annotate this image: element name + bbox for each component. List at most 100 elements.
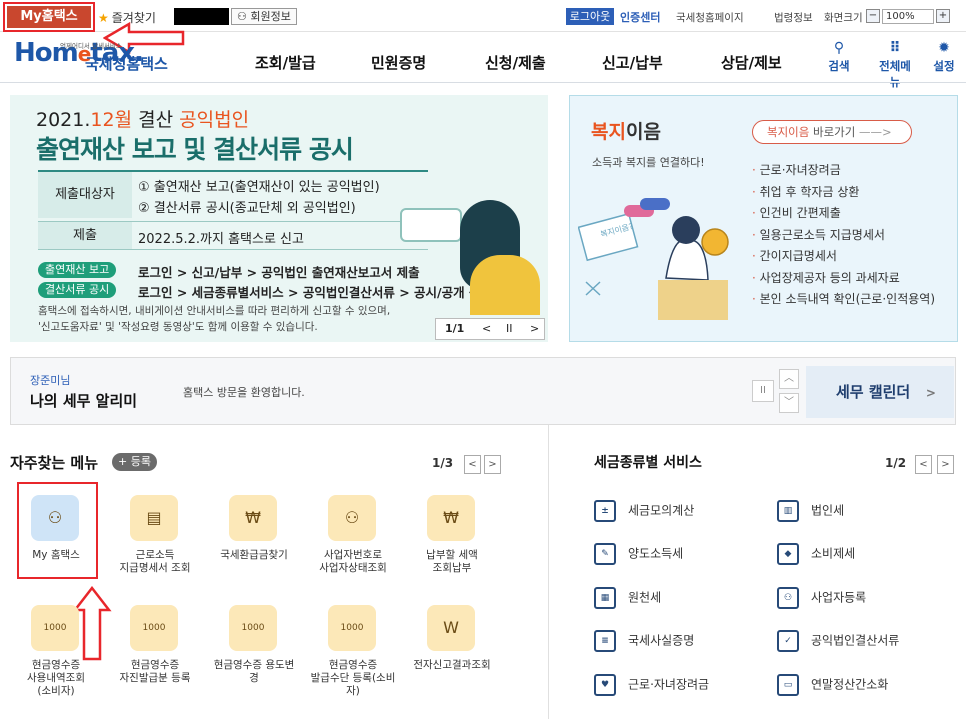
frequent-menu-icon-box: ₩ — [427, 495, 475, 541]
wallet-icon: ▤ — [146, 508, 162, 527]
tax-services-title: 세금종류별 서비스 — [594, 455, 702, 471]
frequent-menu-add-button[interactable]: + 등록 — [112, 453, 157, 471]
pill-settlement: 결산서류 공시 — [38, 282, 117, 298]
util-link-law[interactable]: 법령정보 — [774, 10, 813, 25]
frequent-menu-label: 현금영수증 사용내역조회 (소비자) — [27, 659, 85, 697]
welfare-item[interactable]: 취업 후 학자금 상환 — [752, 182, 935, 204]
calculator-icon: ± — [594, 500, 616, 522]
nav-application[interactable]: 신청/제출 — [485, 52, 546, 73]
receipt-icon: 1000 — [142, 623, 166, 633]
tax-service-item[interactable]: ▥ 법인세 — [777, 500, 844, 522]
frequent-menu-label: 납부할 세액 조회납부 — [426, 549, 478, 574]
nav-certificate[interactable]: 민원증명 — [371, 52, 426, 73]
tax-service-item[interactable]: ≡ 국세사실증명 — [594, 630, 694, 652]
pill-settlement-path: 로그인 > 세금종류별서비스 > 공익법인결산서류 > 공시/공개 등록하기 — [138, 285, 515, 300]
tax-service-label: 세금모의계산 — [628, 503, 695, 518]
welfare-shortcut-button[interactable]: 복지이음 바로가기 ——> — [752, 120, 912, 144]
welfare-item[interactable]: 일용근로소득 지급명세서 — [752, 225, 935, 247]
frequent-menu-icon-box: ⚇ — [328, 495, 376, 541]
welfare-illustration — [578, 198, 729, 320]
frequent-menu-label: 현금영수증 발급수단 등록(소비 자) — [310, 659, 396, 697]
diamond-icon: ◆ — [777, 543, 799, 565]
frequent-menu-icon-box: ▤ — [130, 495, 178, 541]
frequent-menu-label: 국세환급금찾기 — [220, 549, 288, 561]
section-divider — [548, 425, 549, 719]
banner-next-button[interactable]: > — [530, 322, 539, 335]
user-name: 장준미님 — [30, 374, 71, 387]
plates-illustration — [400, 208, 462, 242]
util-link-nts[interactable]: 국세청홈페이지 — [676, 10, 744, 25]
welfare-item[interactable]: 사업장제공자 등의 과세자료 — [752, 268, 935, 290]
user-icon: ⚇ — [47, 508, 63, 527]
tax-service-item[interactable]: ± 세금모의계산 — [594, 500, 694, 522]
welfare-item[interactable]: 근로·자녀장려금 — [752, 160, 935, 182]
document-icon: ≡ — [594, 630, 616, 652]
frequent-menu-icon-box: 1000 — [130, 605, 178, 651]
search-button[interactable]: ⚲ 검색 — [819, 40, 859, 74]
zoom-out-button[interactable]: − — [866, 9, 880, 23]
refund-icon: ₩ — [245, 508, 261, 527]
nav-report-pay[interactable]: 신고/납부 — [602, 52, 663, 73]
services-prev-button[interactable]: < — [915, 455, 932, 474]
frequent-menu-icon-box: W — [427, 605, 475, 651]
tax-service-item[interactable]: ▭ 연말정산간소화 — [777, 674, 888, 696]
zoom-label: 화면크기 — [824, 12, 863, 24]
header-divider — [0, 82, 966, 83]
services-page: 1/2 — [885, 456, 907, 470]
welfare-subtitle: 소득과 복지를 연결하다! — [592, 156, 705, 169]
banner-pause-button[interactable]: II — [506, 322, 513, 335]
frequent-menu-title: 자주찾는 메뉴 — [10, 454, 99, 472]
frequent-menu-label: 근로소득 지급명세서 조회 — [119, 549, 191, 574]
tax-service-item[interactable]: ◆ 소비제세 — [777, 543, 855, 565]
logo-tagline: 언제어디서 납세서비스 — [60, 42, 122, 50]
tax-service-label: 법인세 — [811, 503, 845, 518]
zoom-select[interactable]: 100% — [882, 9, 934, 24]
tax-service-label: 연말정산간소화 — [811, 677, 889, 692]
frequent-menu-next-button[interactable]: > — [484, 455, 501, 474]
tax-service-label: 공익법인결산서류 — [811, 633, 900, 648]
clipboard-check-icon: ✓ — [777, 630, 799, 652]
banner-controls: 1/1 < II > — [435, 318, 545, 340]
nav-inquiry[interactable]: 조회/발급 — [255, 52, 316, 73]
services-next-button[interactable]: > — [937, 455, 954, 474]
zoom-in-button[interactable]: + — [936, 9, 950, 23]
woman-body-illustration — [470, 255, 540, 315]
frequent-menu-icon-box: 1000 — [229, 605, 277, 651]
my-hometax-button[interactable]: My홈택스 — [3, 2, 95, 32]
receipt-icon: 1000 — [340, 623, 364, 633]
tax-service-label: 사업자등록 — [811, 590, 867, 605]
member-info-label: 회원정보 — [250, 10, 291, 23]
banner-note-2: '신고도움자료' 및 '작성요령 동영상'도 함께 이용할 수 있습니다. — [38, 321, 318, 333]
money-bag-icon: ₩ — [443, 508, 459, 527]
tax-service-label: 소비제세 — [811, 546, 856, 561]
notice-up-button[interactable]: ︿ — [779, 369, 799, 389]
tax-service-item[interactable]: ✓ 공익법인결산서류 — [777, 630, 899, 652]
heart-icon: ♥ — [594, 674, 616, 696]
frequent-menu-label: 현금영수증 용도변 경 — [213, 659, 295, 684]
tax-calendar-button[interactable]: 세무 캘린더 > — [806, 366, 954, 418]
certificate-center-link[interactable]: 인증센터 — [620, 9, 660, 25]
settings-button[interactable]: ✹ 설정 — [924, 40, 964, 74]
banner-prev-button[interactable]: < — [482, 322, 491, 335]
logout-button[interactable]: 로그아웃 — [566, 8, 614, 25]
search-icon: ⚲ — [833, 40, 845, 56]
nav-consult[interactable]: 상담/제보 — [721, 52, 782, 73]
calendar-doc-icon: ▦ — [594, 587, 616, 609]
frequent-menu-label: 현금영수증 자진발급분 등록 — [119, 659, 191, 684]
person-icon: ⚇ — [777, 587, 799, 609]
tax-service-item[interactable]: ⚇ 사업자등록 — [777, 587, 866, 609]
frequent-menu-icon-box: ₩ — [229, 495, 277, 541]
member-info-button[interactable]: ⚇ 회원정보 — [231, 8, 297, 25]
notice-pause-button[interactable]: II — [752, 380, 774, 402]
tax-service-item[interactable]: ✎ 양도소득세 — [594, 543, 683, 565]
frequent-menu-prev-button[interactable]: < — [464, 455, 481, 474]
tax-service-item[interactable]: ▦ 원천세 — [594, 587, 661, 609]
welfare-item[interactable]: 인건비 간편제출 — [752, 203, 935, 225]
welfare-item[interactable]: 본인 소득내역 확인(근로·인적용역) — [752, 289, 935, 311]
notice-down-button[interactable]: ﹀ — [779, 393, 799, 413]
tax-service-label: 국세사실증명 — [628, 633, 695, 648]
receipt-icon: 1000 — [43, 623, 67, 633]
welfare-item[interactable]: 간이지급명세서 — [752, 246, 935, 268]
building-icon: ▥ — [777, 500, 799, 522]
tax-service-item[interactable]: ♥ 근로·자녀장려금 — [594, 674, 709, 696]
